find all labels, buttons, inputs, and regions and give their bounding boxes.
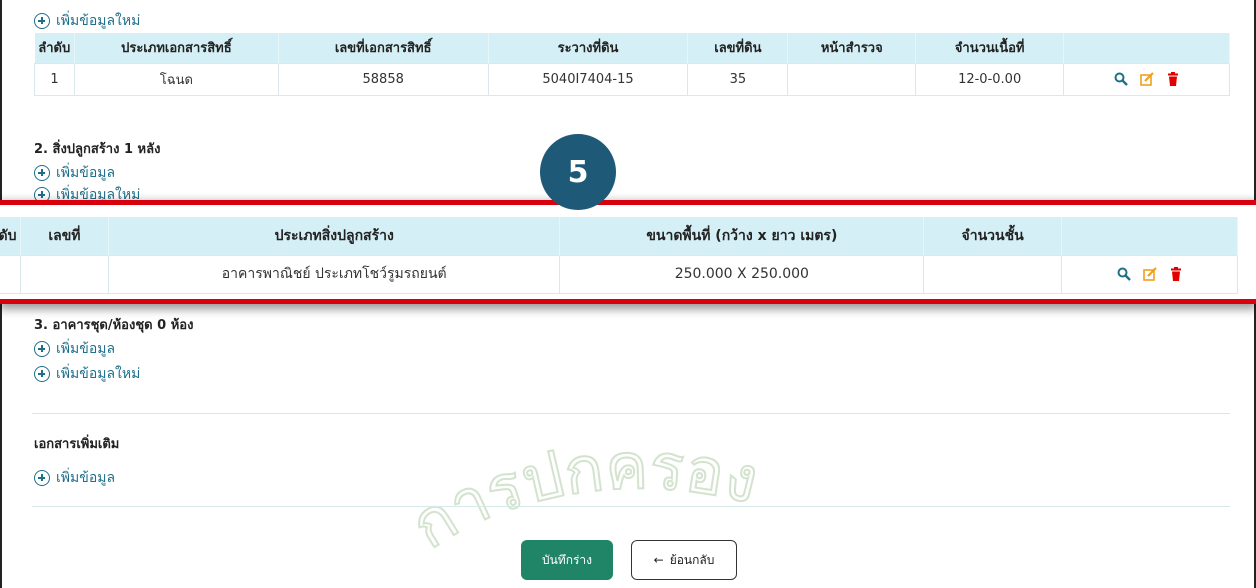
cell-land-sheet: 5040I7404-15 — [487, 62, 689, 96]
cell-order: 1 — [34, 62, 75, 96]
cell-actions — [1061, 254, 1238, 294]
divider — [32, 413, 1230, 414]
table-row: 1 โฉนด 58858 5040I7404-15 35 12-0-0.00 — [34, 62, 1230, 96]
step-number-badge: 5 — [540, 134, 616, 210]
cell-doc-type: โฉนด — [73, 62, 279, 96]
save-draft-button[interactable]: บันทึกร่าง — [521, 540, 613, 580]
add-circle-icon — [34, 366, 50, 382]
add-circle-icon — [34, 13, 50, 29]
arrow-left-icon: ← — [653, 553, 664, 567]
edit-icon[interactable] — [1139, 72, 1154, 86]
add-new-land-doc-link[interactable]: เพิ่มข้อมูลใหม่ — [34, 10, 140, 32]
col-doc-type: ประเภทเอกสารสิทธิ์ — [74, 33, 279, 63]
search-icon[interactable] — [1117, 267, 1131, 281]
highlight-zoom-panel: ลำดับ เลขที่ ประเภทสิ่งปลูกสร้าง ขนาดพื้… — [0, 200, 1256, 304]
col-area: จำนวนเนื้อที่ — [915, 33, 1065, 63]
cell-building-size: 250.000 X 250.000 — [559, 254, 925, 294]
building-header-row: ลำดับ เลขที่ ประเภทสิ่งปลูกสร้าง ขนาดพื้… — [0, 217, 1238, 255]
extra-docs-title: เอกสารเพิ่มเติม — [34, 437, 120, 452]
back-label: ย้อนกลับ — [669, 552, 715, 567]
land-doc-header-row: ลำดับ ประเภทเอกสารสิทธิ์ เลขที่เอกสารสิท… — [34, 33, 1230, 63]
section3-add-new-label: เพิ่มข้อมูลใหม่ — [56, 366, 141, 382]
col-order: ลำดับ — [34, 33, 75, 63]
save-draft-label: บันทึกร่าง — [541, 552, 593, 567]
col-land-number: เลขที่ดิน — [687, 33, 789, 63]
cell-area: 12-0-0.00 — [915, 62, 1065, 96]
back-button[interactable]: ← ย้อนกลับ — [631, 540, 737, 580]
land-doc-table: ลำดับ ประเภทเอกสารสิทธิ์ เลขที่เอกสารสิท… — [34, 33, 1230, 96]
trash-icon[interactable] — [1169, 267, 1183, 281]
col-number: เลขที่ — [20, 217, 109, 255]
col-land-sheet: ระวางที่ดิน — [488, 33, 689, 63]
col-actions — [1063, 33, 1230, 63]
col-floors: จำนวนชั้น — [923, 217, 1063, 255]
building-table: ลำดับ เลขที่ ประเภทสิ่งปลูกสร้าง ขนาดพื้… — [0, 217, 1238, 294]
cell-land-number: 35 — [687, 62, 789, 96]
cell-building-type: อาคารพาณิชย์ ประเภทโชว์รูมรถยนต์ — [107, 254, 561, 294]
table-row: อาคารพาณิชย์ ประเภทโชว์รูมรถยนต์ 250.000… — [0, 254, 1238, 294]
section2-add-link[interactable]: เพิ่มข้อมูล — [34, 162, 115, 184]
extra-docs-add-link[interactable]: เพิ่มข้อมูล — [34, 467, 115, 489]
cell-order — [0, 254, 21, 294]
add-circle-icon — [34, 165, 50, 181]
cell-number — [19, 254, 109, 294]
col-building-size: ขนาดพื้นที่ (กว้าง x ยาว เมตร) — [559, 217, 925, 255]
trash-icon[interactable] — [1166, 72, 1180, 86]
search-icon[interactable] — [1114, 72, 1128, 86]
col-doc-number: เลขที่เอกสารสิทธิ์ — [278, 33, 489, 63]
edit-icon[interactable] — [1142, 267, 1157, 281]
section3-add-label: เพิ่มข้อมูล — [56, 341, 116, 357]
col-actions — [1061, 217, 1238, 255]
col-order: ลำดับ — [0, 217, 21, 255]
section2-add-label: เพิ่มข้อมูล — [56, 165, 116, 181]
section3-add-new-link[interactable]: เพิ่มข้อมูลใหม่ — [34, 363, 140, 385]
extra-docs-add-label: เพิ่มข้อมูล — [56, 470, 116, 486]
cell-floors — [923, 254, 1063, 294]
section3-add-link[interactable]: เพิ่มข้อมูล — [34, 338, 115, 360]
divider — [32, 506, 1230, 507]
cell-actions — [1063, 62, 1230, 96]
section3-title: 3. อาคารชุด/ห้องชุด 0 ห้อง — [34, 318, 194, 333]
page: การปกครอง เพิ่มข้อมูลใหม่ ลำดับ ประเภทเอ… — [0, 0, 1256, 588]
col-survey-page: หน้าสำรวจ — [787, 33, 917, 63]
section2-title: 2. สิ่งปลูกสร้าง 1 หลัง — [34, 142, 161, 157]
cell-doc-number: 58858 — [277, 62, 489, 96]
cell-survey-page — [787, 62, 917, 96]
add-circle-icon — [34, 341, 50, 357]
add-circle-icon — [34, 470, 50, 486]
col-building-type: ประเภทสิ่งปลูกสร้าง — [108, 217, 561, 255]
add-new-land-doc-label: เพิ่มข้อมูลใหม่ — [56, 13, 141, 29]
